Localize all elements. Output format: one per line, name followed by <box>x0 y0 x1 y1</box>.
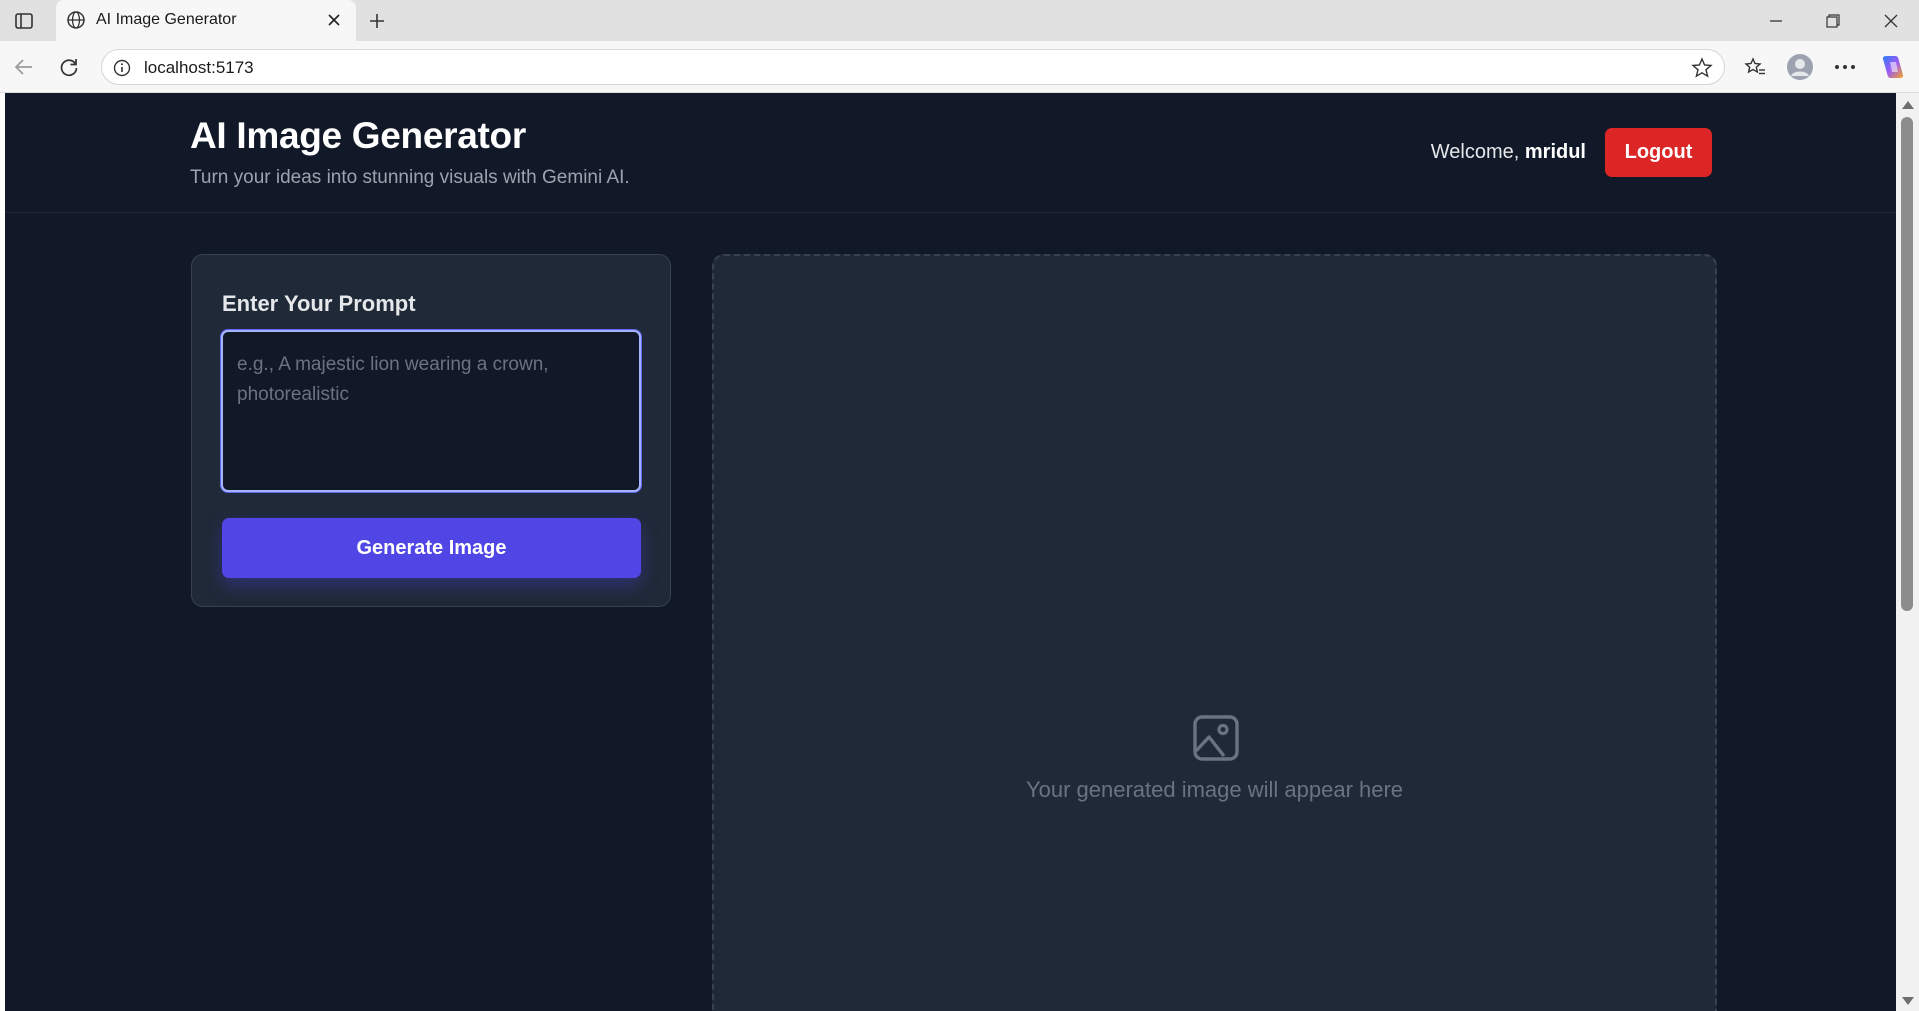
scrollbar-thumb[interactable] <box>1901 117 1913 611</box>
more-options-icon[interactable] <box>1831 53 1859 81</box>
page-title: AI Image Generator <box>190 115 526 156</box>
generate-image-button[interactable]: Generate Image <box>222 518 641 578</box>
tab-title: AI Image Generator <box>96 11 237 28</box>
browser-tab-active[interactable]: AI Image Generator <box>56 0 356 41</box>
profile-avatar-icon[interactable] <box>1786 53 1814 81</box>
favorite-star-icon[interactable] <box>1690 56 1714 80</box>
username: mridul <box>1524 141 1586 163</box>
prompt-textarea[interactable] <box>221 330 641 492</box>
image-icon <box>1192 714 1240 762</box>
logout-button[interactable]: Logout <box>1605 128 1712 177</box>
browser-tabstrip: AI Image Generator <box>0 0 1919 41</box>
new-tab-icon[interactable] <box>364 8 390 34</box>
app-header: AI Image Generator Turn your ideas into … <box>5 93 1896 213</box>
image-output-panel: Your generated image will appear here <box>712 254 1717 1011</box>
welcome-prefix: Welcome, <box>1430 141 1520 163</box>
favorites-icon[interactable] <box>1741 53 1769 81</box>
prompt-heading: Enter Your Prompt <box>222 291 416 316</box>
scroll-down-arrow-icon[interactable] <box>1902 997 1914 1005</box>
globe-icon <box>66 10 86 30</box>
prompt-card: Enter Your Prompt Generate Image <box>191 254 671 607</box>
address-bar[interactable]: localhost:5173 <box>101 49 1725 85</box>
browser-toolbar: localhost:5173 <box>0 41 1919 93</box>
page-subtitle: Turn your ideas into stunning visuals wi… <box>190 167 630 188</box>
reload-icon[interactable] <box>55 53 83 81</box>
image-placeholder-text: Your generated image will appear here <box>1025 777 1404 802</box>
close-window-icon[interactable] <box>1878 8 1904 34</box>
close-tab-icon[interactable] <box>324 10 344 30</box>
tab-actions-icon[interactable] <box>12 9 36 33</box>
back-arrow-icon[interactable] <box>10 53 38 81</box>
scroll-up-arrow-icon[interactable] <box>1902 101 1914 109</box>
minimize-icon[interactable] <box>1763 8 1789 34</box>
restore-icon[interactable] <box>1820 8 1846 34</box>
copilot-icon[interactable] <box>1879 53 1907 81</box>
url-text: localhost:5173 <box>144 58 254 77</box>
site-info-icon[interactable] <box>112 58 132 78</box>
page-scrollbar[interactable] <box>1896 93 1919 1011</box>
page-viewport: AI Image Generator Turn your ideas into … <box>5 93 1896 1011</box>
welcome-message: Welcome, mridul <box>1431 141 1586 164</box>
